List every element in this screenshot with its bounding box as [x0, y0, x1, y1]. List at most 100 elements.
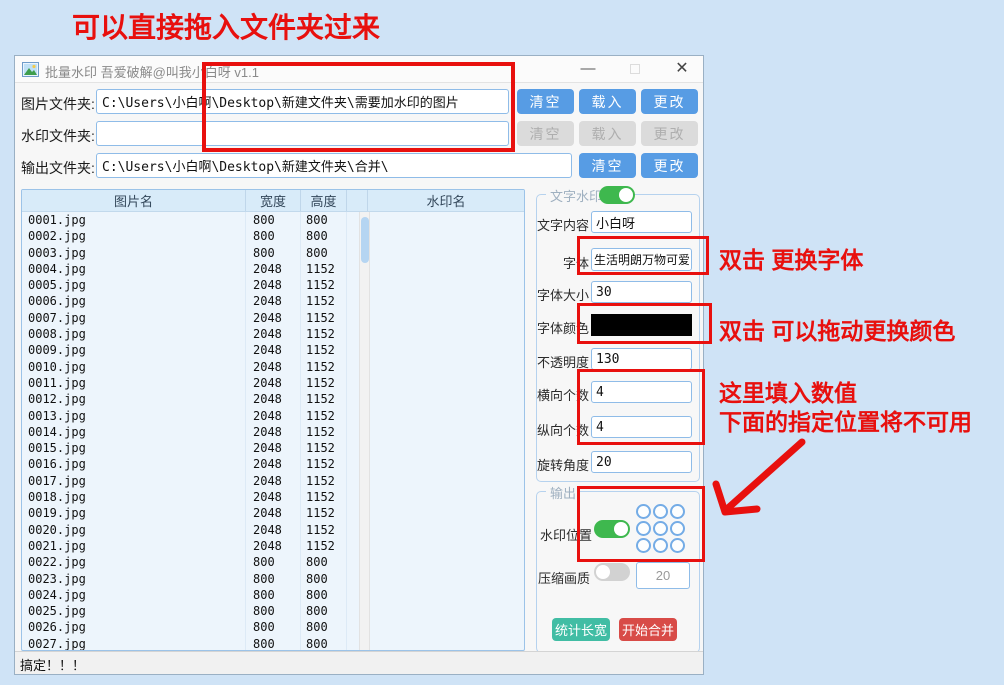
table-row[interactable]: 0024.jpg800800: [22, 587, 524, 603]
table-scrollbar-thumb[interactable]: [361, 217, 369, 263]
image-table-header: 图片名 宽度 高度 水印名: [22, 190, 524, 212]
table-row[interactable]: 0009.jpg20481152: [22, 342, 524, 358]
table-cell: 0024.jpg: [22, 587, 246, 603]
table-row[interactable]: 0025.jpg800800: [22, 603, 524, 619]
table-cell: 0019.jpg: [22, 505, 246, 521]
table-cell: 800: [301, 587, 347, 603]
table-cell: [368, 619, 524, 635]
output-folder-label: 输出文件夹:: [21, 158, 95, 178]
minimize-button[interactable]: —: [573, 59, 603, 80]
table-cell: 0013.jpg: [22, 408, 246, 424]
table-cell: 800: [301, 603, 347, 619]
table-row[interactable]: 0021.jpg20481152: [22, 538, 524, 554]
watermark-change-button[interactable]: 更改: [641, 121, 698, 146]
table-row[interactable]: 0011.jpg20481152: [22, 375, 524, 391]
table-row[interactable]: 0007.jpg20481152: [22, 310, 524, 326]
table-cell: [368, 636, 524, 651]
table-row[interactable]: 0005.jpg20481152: [22, 277, 524, 293]
table-cell: 1152: [301, 489, 347, 505]
table-cell: [368, 342, 524, 358]
compress-quality-toggle[interactable]: [594, 563, 630, 581]
table-cell: [368, 440, 524, 456]
annotation-font-note: 双击 更换字体: [719, 241, 863, 275]
table-cell: [368, 522, 524, 538]
table-cell: [368, 277, 524, 293]
table-cell: 2048: [246, 310, 301, 326]
table-cell: 0007.jpg: [22, 310, 246, 326]
table-cell: 0003.jpg: [22, 245, 246, 261]
maximize-button[interactable]: [620, 59, 650, 80]
table-row[interactable]: 0002.jpg800800: [22, 228, 524, 244]
table-cell: 2048: [246, 293, 301, 309]
output-group-label: 输出: [546, 483, 580, 502]
table-cell: 800: [301, 245, 347, 261]
table-row[interactable]: 0020.jpg20481152: [22, 522, 524, 538]
table-cell: 1152: [301, 326, 347, 342]
table-cell: 0020.jpg: [22, 522, 246, 538]
annotation-box-font: [577, 236, 709, 275]
table-cell: 1152: [301, 456, 347, 472]
table-row[interactable]: 0014.jpg20481152: [22, 424, 524, 440]
table-cell: 2048: [246, 424, 301, 440]
image-change-button[interactable]: 更改: [641, 89, 698, 114]
table-cell: 800: [246, 228, 301, 244]
table-cell: 800: [246, 212, 301, 228]
annotation-box-position: [577, 486, 705, 562]
rotate-angle-label: 旋转角度: [537, 455, 589, 474]
output-folder-input[interactable]: [96, 153, 572, 178]
table-cell: 2048: [246, 522, 301, 538]
table-cell: 800: [246, 603, 301, 619]
table-cell: 800: [301, 636, 347, 651]
table-cell: 800: [301, 571, 347, 587]
table-row[interactable]: 0004.jpg20481152: [22, 261, 524, 277]
table-cell: 0005.jpg: [22, 277, 246, 293]
table-row[interactable]: 0001.jpg800800: [22, 212, 524, 228]
annotation-box-color: [577, 303, 712, 344]
table-cell: [368, 359, 524, 375]
start-merge-button[interactable]: 开始合并: [619, 618, 677, 641]
table-row[interactable]: 0015.jpg20481152: [22, 440, 524, 456]
table-cell: 800: [301, 554, 347, 570]
text-content-input[interactable]: [591, 211, 692, 233]
image-load-button[interactable]: 载入: [579, 89, 636, 114]
table-cell: 1152: [301, 293, 347, 309]
font-size-input[interactable]: [591, 281, 692, 303]
table-row[interactable]: 0016.jpg20481152: [22, 456, 524, 472]
table-row[interactable]: 0017.jpg20481152: [22, 473, 524, 489]
compress-quality-label: 压缩画质: [538, 568, 590, 587]
measure-size-button[interactable]: 统计长宽: [552, 618, 610, 641]
compress-quality-input[interactable]: [636, 562, 690, 589]
table-cell: [368, 505, 524, 521]
annotation-box-counts: [577, 369, 705, 445]
table-cell: 0010.jpg: [22, 359, 246, 375]
table-row[interactable]: 0019.jpg20481152: [22, 505, 524, 521]
output-clear-button[interactable]: 清空: [579, 153, 636, 178]
image-clear-button[interactable]: 清空: [517, 89, 574, 114]
table-row[interactable]: 0026.jpg800800: [22, 619, 524, 635]
table-row[interactable]: 0027.jpg800800: [22, 636, 524, 651]
watermark-load-button[interactable]: 载入: [579, 121, 636, 146]
table-row[interactable]: 0008.jpg20481152: [22, 326, 524, 342]
table-cell: 0012.jpg: [22, 391, 246, 407]
table-row[interactable]: 0018.jpg20481152: [22, 489, 524, 505]
table-cell: 800: [246, 554, 301, 570]
table-scrollbar[interactable]: [359, 212, 370, 650]
rotate-angle-input[interactable]: [591, 451, 692, 473]
close-button[interactable]: ✕: [667, 59, 697, 80]
table-row[interactable]: 0023.jpg800800: [22, 571, 524, 587]
table-cell: 800: [246, 571, 301, 587]
text-watermark-toggle[interactable]: [599, 186, 635, 204]
table-row[interactable]: 0010.jpg20481152: [22, 359, 524, 375]
table-cell: [368, 245, 524, 261]
table-row[interactable]: 0013.jpg20481152: [22, 408, 524, 424]
image-folder-label: 图片文件夹:: [21, 94, 95, 114]
table-row[interactable]: 0006.jpg20481152: [22, 293, 524, 309]
table-row[interactable]: 0003.jpg800800: [22, 245, 524, 261]
watermark-clear-button[interactable]: 清空: [517, 121, 574, 146]
table-cell: 1152: [301, 310, 347, 326]
table-row[interactable]: 0022.jpg800800: [22, 554, 524, 570]
table-row[interactable]: 0012.jpg20481152: [22, 391, 524, 407]
opacity-input[interactable]: [591, 348, 692, 370]
output-change-button[interactable]: 更改: [641, 153, 698, 178]
table-cell: [368, 424, 524, 440]
